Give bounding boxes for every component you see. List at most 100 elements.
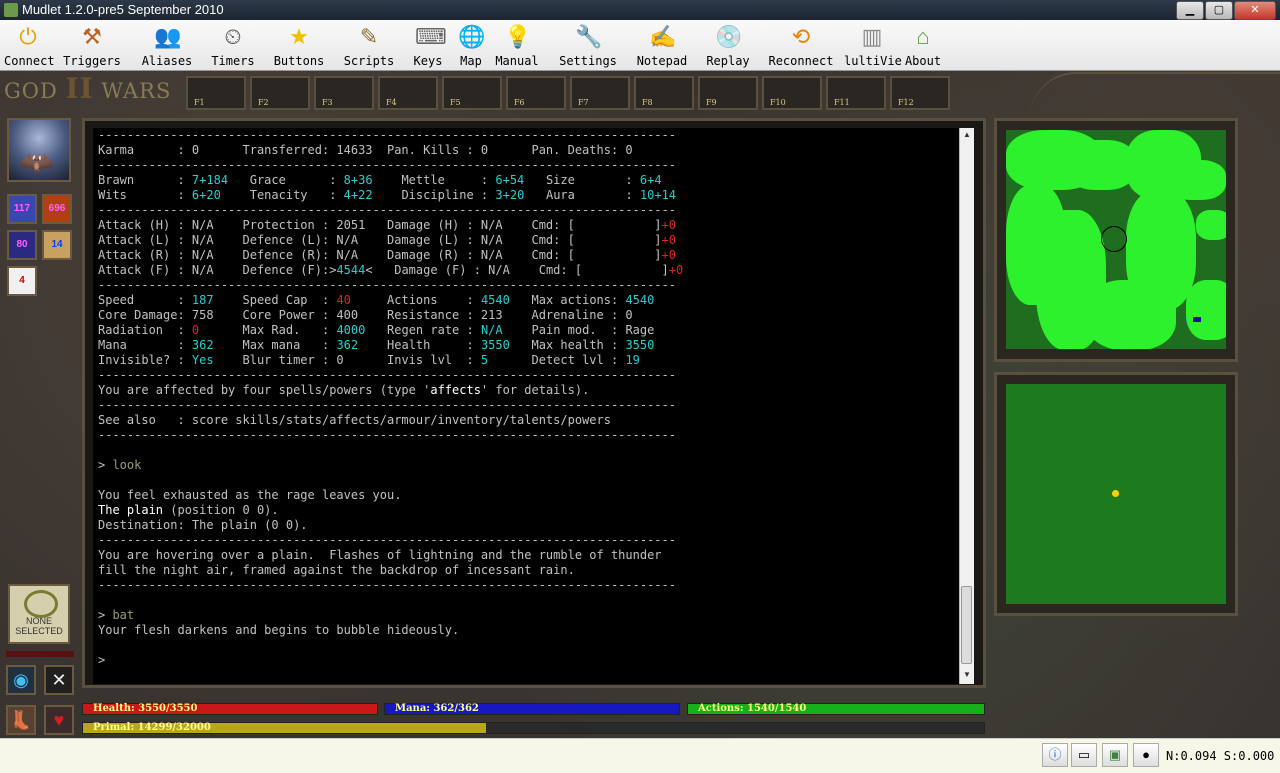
fkey-f12-button[interactable]: F12	[890, 76, 950, 110]
eye-icon[interactable]: ◉	[6, 665, 36, 695]
console-line: ----------------------------------------…	[93, 368, 959, 383]
close-button[interactable]: ✕	[1234, 1, 1276, 20]
connect-icon: ⏻	[19, 24, 37, 49]
scroll-up-icon[interactable]: ▲	[960, 130, 974, 142]
toolbar-reconnect-button[interactable]: ⟲ Reconnect	[768, 22, 834, 68]
stat-badge-2: 696	[42, 194, 72, 224]
fkey-f9-button[interactable]: F9	[698, 76, 758, 110]
toolbar-keys-button[interactable]: ⌨ Keys	[410, 22, 447, 68]
fkey-f3-button[interactable]: F3	[314, 76, 374, 110]
function-key-bar: F1 F2 F3 F4 F5 F6 F7 F8 F9 F10 F11 F12	[186, 76, 950, 110]
console-text: (position 0 0).	[163, 503, 279, 517]
fkey-f2-button[interactable]: F2	[250, 76, 310, 110]
toolbar-connect-button[interactable]: ⏻ Connect	[4, 22, 55, 68]
console-text: Attack (L) : N/A Defence (L): N/A Damage…	[98, 233, 662, 247]
toolbar-buttons-button[interactable]: ★ Buttons	[272, 22, 326, 68]
console-text: Attack (R) : N/A Defence (R): N/A Damage…	[98, 248, 662, 262]
bat-icon: 🦇	[19, 147, 54, 178]
console-line: ----------------------------------------…	[93, 578, 959, 593]
console-line: Mana : 362 Max mana : 362 Health : 3550 …	[93, 338, 959, 353]
console-line: Destination: The plain (0 0).	[93, 518, 959, 533]
console-text: ----------------------------------------…	[98, 428, 676, 442]
console-text: 4540	[480, 293, 510, 307]
toolbar-map-button[interactable]: 🌐 Map	[456, 22, 486, 68]
network-icon[interactable]: ▣	[1102, 743, 1128, 767]
toolbar-manual-button[interactable]: 💡 Manual	[494, 22, 540, 68]
console-line: You feel exhausted as the rage leaves yo…	[93, 488, 959, 503]
console-line: ----------------------------------------…	[93, 203, 959, 218]
console-text: Aura :	[524, 188, 640, 202]
console-text: Speed Cap :	[213, 293, 337, 307]
console-line: Attack (F) : N/A Defence (F):>4544< Dama…	[93, 263, 959, 278]
console-line: Brawn : 7+184 Grace : 8+36 Mettle : 6+54…	[93, 173, 959, 188]
terrain-minimap[interactable]	[1006, 130, 1226, 349]
crossed-swords-icon[interactable]: ✕	[44, 665, 74, 695]
fkey-f5-button[interactable]: F5	[442, 76, 502, 110]
console-text: ----------------------------------------…	[98, 578, 676, 592]
main-console[interactable]: ----------------------------------------…	[93, 128, 959, 684]
record-icon[interactable]: ●	[1133, 743, 1159, 767]
console-scrollbar[interactable]: ▲ ▼	[959, 128, 974, 684]
scroll-thumb[interactable]	[961, 586, 972, 664]
toolbar-triggers-button[interactable]: ⚒ Triggers	[60, 22, 124, 68]
boot-icon[interactable]: 👢	[6, 705, 36, 735]
heart-icon[interactable]: ♥	[44, 705, 74, 735]
fkey-f8-button[interactable]: F8	[634, 76, 694, 110]
fkey-f7-button[interactable]: F7	[570, 76, 630, 110]
console-line: Attack (L) : N/A Defence (L): N/A Damage…	[93, 233, 959, 248]
info-icon[interactable]: ⓘ	[1042, 743, 1068, 767]
serpent-icon	[24, 590, 58, 618]
console-line: The plain (position 0 0).	[93, 503, 959, 518]
fkey-f1-button[interactable]: F1	[186, 76, 246, 110]
manual-icon: 💡	[504, 24, 532, 49]
stat-badge-5: 4	[7, 266, 37, 296]
console-text: >	[98, 653, 106, 667]
settings-icon: 🔧	[575, 24, 603, 49]
console-line: You are hovering over a plain. Flashes o…	[93, 548, 959, 563]
toolbar-settings-button[interactable]: 🔧 Settings	[556, 22, 620, 68]
console-text: +0	[668, 263, 684, 277]
console-text: Regen rate :	[365, 323, 481, 337]
stat-badge-4: 14	[42, 230, 72, 260]
fkey-f11-button[interactable]: F11	[826, 76, 886, 110]
fkey-f6-button[interactable]: F6	[506, 76, 566, 110]
console-text: Destination: The plain (0 0).	[98, 518, 308, 532]
console-text: 40	[336, 293, 351, 307]
maximize-button[interactable]: ▢	[1205, 1, 1233, 20]
console-line: ----------------------------------------…	[93, 128, 959, 143]
toolbar-aliases-button[interactable]: 👥 Aliases	[138, 22, 196, 68]
toolbar-about-button[interactable]: ⌂ About	[902, 22, 944, 68]
toolbar-notepad-button[interactable]: ✍ Notepad	[634, 22, 690, 68]
console-text: The plain	[98, 503, 164, 517]
console-text: look	[112, 458, 142, 472]
console-text: 3+20	[495, 188, 525, 202]
log-icon[interactable]: ▭	[1071, 743, 1097, 767]
decorative-ornament	[1030, 72, 1280, 118]
console-text: +0	[661, 233, 676, 247]
status-bar: ⓘ ▭ ▣ ● N:0.094 S:0.000	[0, 738, 1280, 773]
target-health-bar	[6, 651, 74, 657]
target-portrait[interactable]: NONE SELECTED	[8, 584, 70, 644]
map-marker	[1193, 317, 1201, 322]
scroll-down-icon[interactable]: ▼	[960, 670, 974, 682]
toolbar-timers-button[interactable]: ⏲ Timers	[208, 22, 258, 68]
local-map[interactable]	[1006, 384, 1226, 604]
fkey-f10-button[interactable]: F10	[762, 76, 822, 110]
minimize-button[interactable]: ▁	[1176, 1, 1204, 20]
console-text: Radiation :	[98, 323, 192, 337]
fkey-f4-button[interactable]: F4	[378, 76, 438, 110]
console-text: Attack (H) : N/A Protection : 2051 Damag…	[98, 218, 662, 232]
console-text: Mana :	[98, 338, 192, 352]
toolbar-replay-button[interactable]: 💿 Replay	[704, 22, 752, 68]
console-text: ----------------------------------------…	[98, 533, 676, 547]
toolbar-scripts-button[interactable]: ✎ Scripts	[342, 22, 396, 68]
console-text: Brawn :	[98, 173, 192, 187]
replay-icon: 💿	[715, 24, 743, 49]
primal-bar: Primal: 14299/32000	[82, 722, 985, 734]
toolbar-multiview-button[interactable]: ▥ lultiVie	[844, 22, 902, 68]
console-line: ----------------------------------------…	[93, 158, 959, 173]
console-text: You are hovering over a plain. Flashes o…	[98, 548, 662, 562]
stat-badge-1: 117	[7, 194, 37, 224]
